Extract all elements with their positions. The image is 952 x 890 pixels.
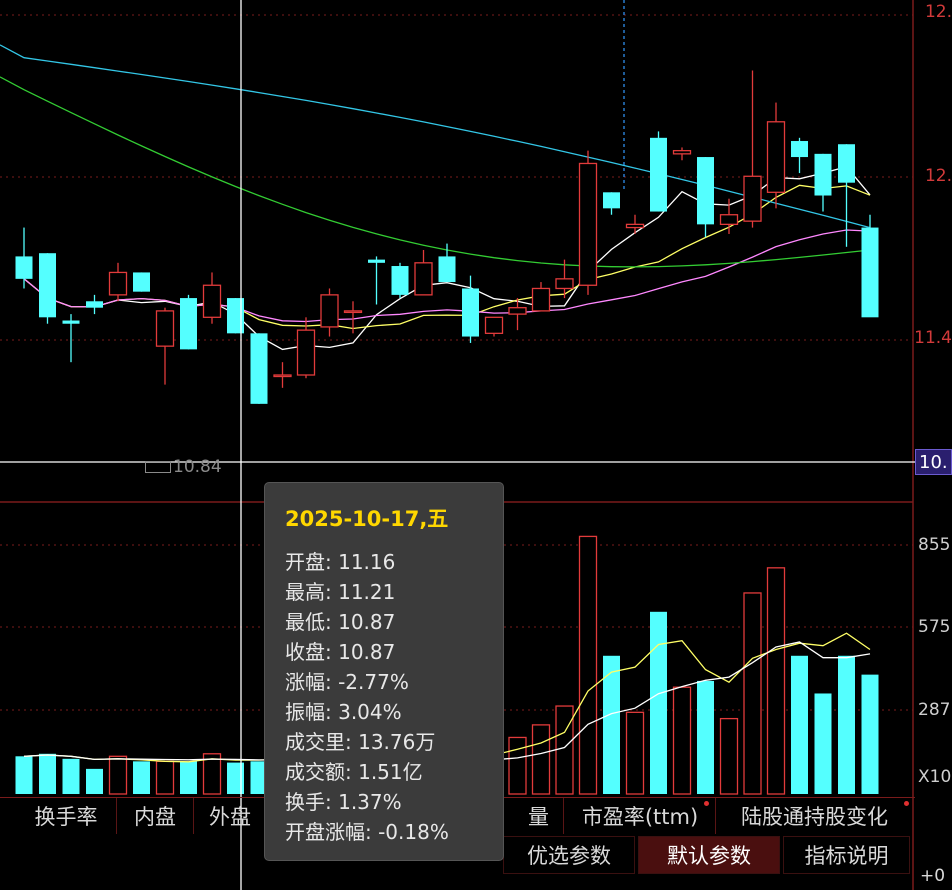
candle-body bbox=[625, 223, 645, 229]
candle-body bbox=[15, 256, 33, 279]
candle-body bbox=[202, 284, 222, 318]
tab-turnover-rate[interactable]: 换手率 bbox=[16, 798, 117, 834]
volume-bar bbox=[155, 760, 175, 795]
candle-body bbox=[320, 294, 339, 328]
candle-body bbox=[555, 278, 574, 290]
volume-bar bbox=[133, 761, 150, 794]
volume-axis-label: 855 bbox=[918, 535, 951, 555]
tab-pe-ttm[interactable]: 市盈率(ttm) bbox=[565, 798, 716, 834]
tooltip-amplitude: 振幅: 3.04% bbox=[285, 700, 402, 724]
ma60-line bbox=[0, 76, 871, 268]
tab-volume[interactable]: 量 bbox=[498, 798, 564, 834]
tooltip-change: 涨幅: -2.77% bbox=[285, 670, 409, 694]
tooltip-high: 最高: 11.21 bbox=[285, 580, 396, 604]
volume-bar bbox=[108, 755, 128, 795]
bottom-axis-label: +0 bbox=[920, 866, 946, 886]
tooltip-volume: 成交里: 13.76万 bbox=[285, 730, 436, 754]
candle-body bbox=[650, 137, 667, 212]
volume-bar bbox=[743, 592, 762, 795]
candle-body bbox=[62, 320, 80, 324]
candle-body bbox=[672, 149, 692, 155]
volume-bar bbox=[625, 711, 645, 795]
volume-bar bbox=[766, 567, 786, 795]
low-marker-icon bbox=[145, 461, 171, 473]
preferred-params-button[interactable]: 优选参数 bbox=[503, 836, 635, 874]
candle-body bbox=[508, 307, 527, 315]
volume-bar bbox=[672, 686, 692, 795]
low-price-marker: 10.84 bbox=[145, 457, 222, 477]
candle-body bbox=[391, 266, 409, 295]
tooltip-date: 2025-10-17,五 bbox=[285, 507, 449, 531]
volume-bar bbox=[697, 680, 714, 794]
volume-bar bbox=[578, 535, 598, 795]
indicator-help-button[interactable]: 指标说明 bbox=[783, 836, 910, 874]
candle-body bbox=[180, 298, 197, 350]
volume-bar bbox=[838, 655, 855, 794]
tab-outer-volume[interactable]: 外盘 bbox=[194, 798, 267, 834]
volume-bar bbox=[861, 674, 879, 794]
candle-body bbox=[814, 153, 832, 196]
candle-body bbox=[155, 310, 175, 347]
volume-axis-label: 287 bbox=[918, 700, 951, 720]
candle-body bbox=[343, 310, 363, 314]
tooltip-close: 收盘: 10.87 bbox=[285, 640, 396, 664]
tooltip-open-change: 开盘涨幅: -0.18% bbox=[285, 820, 449, 844]
volume-bar bbox=[531, 724, 551, 795]
low-marker-value: 10.84 bbox=[173, 457, 222, 477]
notification-dot-icon bbox=[904, 801, 909, 806]
candle-body bbox=[743, 175, 762, 222]
candle-body bbox=[603, 192, 620, 209]
tooltip-open: 开盘: 11.16 bbox=[285, 550, 396, 574]
notification-dot-icon bbox=[704, 801, 709, 806]
volume-bar bbox=[180, 761, 197, 794]
volume-bar bbox=[650, 611, 667, 794]
volume-bar bbox=[814, 693, 832, 794]
candle-body bbox=[273, 374, 292, 378]
candle-body bbox=[838, 144, 855, 183]
candle-body bbox=[719, 214, 739, 226]
volume-bar bbox=[15, 756, 33, 794]
candle-body bbox=[697, 157, 714, 225]
default-params-button[interactable]: 默认参数 bbox=[638, 836, 780, 874]
tab-inner-volume[interactable]: 内盘 bbox=[117, 798, 194, 834]
volume-axis-unit: X10 bbox=[918, 767, 952, 787]
candle-body bbox=[531, 287, 551, 312]
volume-bar bbox=[62, 758, 80, 794]
candle-body bbox=[578, 162, 598, 286]
volume-bar bbox=[791, 655, 808, 794]
volume-bar bbox=[86, 768, 103, 794]
candle-body bbox=[86, 301, 103, 308]
candle-body bbox=[766, 121, 786, 193]
candle-body bbox=[462, 288, 479, 337]
volume-axis-label: 575 bbox=[918, 617, 951, 637]
candle-info-tooltip: 2025-10-17,五 开盘: 11.16 最高: 11.21 最低: 10.… bbox=[264, 482, 504, 861]
volume-bar bbox=[39, 753, 56, 794]
candle-body bbox=[484, 316, 504, 334]
price-axis-label: 12. bbox=[924, 166, 952, 186]
crosshair-price-tag: 10. bbox=[915, 449, 952, 475]
tooltip-turnover-amount: 成交额: 1.51亿 bbox=[285, 760, 423, 784]
candle-body bbox=[296, 329, 316, 376]
volume-bar bbox=[555, 705, 574, 795]
candle-body bbox=[861, 227, 879, 318]
price-axis-label: 12. bbox=[924, 2, 952, 22]
candle-body bbox=[108, 271, 128, 296]
candle-body bbox=[368, 259, 385, 263]
candle-body bbox=[133, 272, 150, 292]
tooltip-turnover-rate: 换手: 1.37% bbox=[285, 790, 402, 814]
tooltip-low: 最低: 10.87 bbox=[285, 610, 396, 634]
volume-bar bbox=[719, 717, 739, 795]
candle-body bbox=[250, 333, 268, 404]
candle-body bbox=[791, 141, 808, 158]
candle-body bbox=[438, 256, 456, 283]
volume-bar bbox=[508, 736, 527, 795]
candle-body bbox=[414, 262, 433, 296]
tab-northbound-holding-change[interactable]: 陆股通持股变化 bbox=[716, 798, 914, 834]
candle-body bbox=[39, 253, 56, 318]
price-axis-label: 11.4 bbox=[914, 328, 952, 348]
